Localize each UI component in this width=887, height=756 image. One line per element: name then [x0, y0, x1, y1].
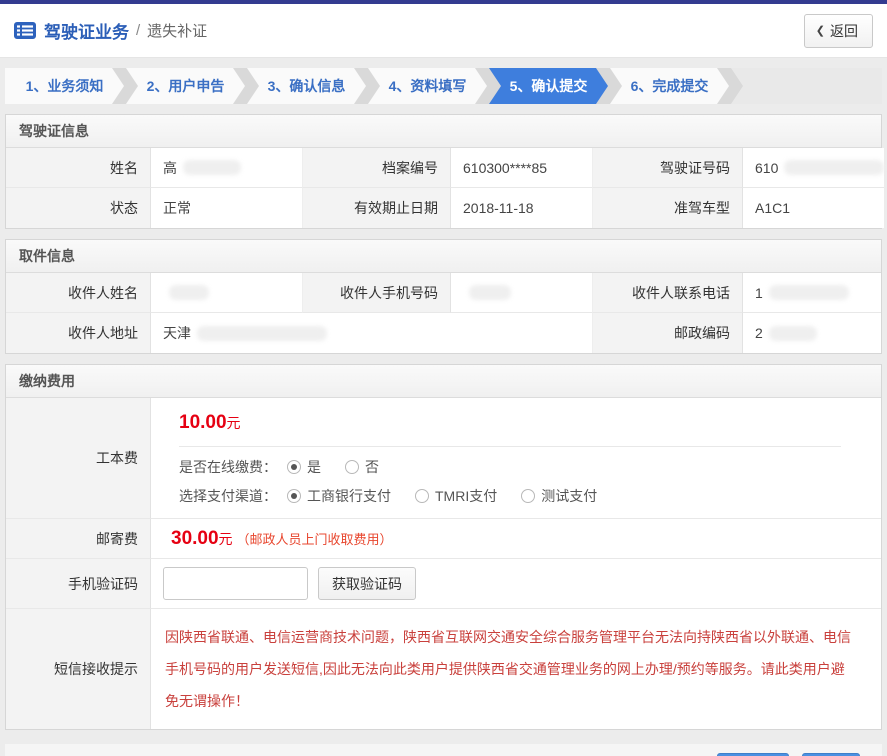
status-label: 状态 — [6, 188, 151, 228]
radio-test-icon[interactable] — [521, 489, 535, 503]
expiry-date-value: 2018-11-18 — [451, 188, 593, 228]
license-list-icon — [14, 22, 36, 39]
channel-option-icbc[interactable]: 工商银行支付 — [287, 486, 391, 506]
fees-section: 缴纳费用 工本费 10.00元 是否在线缴费： 是 否 — [5, 364, 882, 730]
redacted-text — [469, 285, 511, 300]
pay-channel-question: 选择支付渠道： — [179, 486, 277, 506]
redacted-text — [784, 160, 884, 175]
breadcrumb-current: 遗失补证 — [147, 20, 207, 41]
file-number-value: 610300****85 — [451, 148, 593, 188]
production-fee-unit: 元 — [227, 415, 241, 431]
redacted-text — [769, 285, 849, 300]
production-fee-label: 工本费 — [6, 398, 151, 519]
postage-fee-cell: 30.00元 （邮政人员上门收取费用） — [151, 519, 881, 559]
radio-yes-icon[interactable] — [287, 460, 301, 474]
page-title: 驾驶证业务 — [44, 18, 129, 43]
postage-fee-label: 邮寄费 — [6, 519, 151, 559]
finish-button[interactable]: 完成 — [802, 753, 860, 756]
recipient-phone-label: 收件人联系电话 — [593, 273, 743, 313]
license-number-value: 610 — [743, 148, 884, 188]
step-2-user-declaration[interactable]: 2、用户申告 — [126, 68, 245, 104]
production-fee-cell: 10.00元 是否在线缴费： 是 否 选择支 — [151, 398, 881, 519]
divider — [179, 446, 841, 447]
sms-notice-text: 因陕西省联通、电信运营商技术问题，陕西省互联网交通安全综合服务管理平台无法向持陕… — [151, 609, 881, 729]
channel-option-tmri[interactable]: TMRI支付 — [415, 486, 497, 506]
redacted-text — [769, 326, 817, 341]
step-bar-filler — [731, 68, 882, 104]
footer-action-bar: 上一步 完成 — [5, 744, 882, 756]
recipient-name-value — [151, 273, 303, 313]
redacted-text — [197, 326, 327, 341]
back-button[interactable]: ❮ 返回 — [804, 14, 873, 48]
postage-fee-note: （邮政人员上门收取费用） — [237, 529, 393, 548]
production-fee-amount: 10.00 — [179, 412, 227, 433]
step-5-confirm-submit[interactable]: 5、确认提交 — [489, 68, 608, 104]
page: 驾驶证业务 / 遗失补证 ❮ 返回 1、业务须知 2、用户申告 3、确认信息 4… — [0, 0, 887, 756]
license-number-label: 驾驶证号码 — [593, 148, 743, 188]
step-1-business-notice[interactable]: 1、业务须知 — [5, 68, 124, 104]
online-pay-option-no[interactable]: 否 — [345, 457, 379, 477]
step-4-fill-data[interactable]: 4、资料填写 — [368, 68, 487, 104]
status-value: 正常 — [151, 188, 303, 228]
radio-tmri-icon[interactable] — [415, 489, 429, 503]
vehicle-class-value: A1C1 — [743, 188, 884, 228]
recipient-mobile-label: 收件人手机号码 — [303, 273, 451, 313]
redacted-text — [169, 285, 209, 300]
postcode-value: 2 — [743, 313, 881, 353]
radio-no-icon[interactable] — [345, 460, 359, 474]
file-number-label: 档案编号 — [303, 148, 451, 188]
redacted-text — [183, 160, 241, 175]
header: 驾驶证业务 / 遗失补证 ❮ 返回 — [0, 4, 887, 58]
recipient-mobile-value — [451, 273, 593, 313]
expiry-date-label: 有效期止日期 — [303, 188, 451, 228]
online-pay-question: 是否在线缴费： — [179, 457, 277, 477]
chevron-left-icon: ❮ — [816, 24, 825, 37]
get-code-button[interactable]: 获取验证码 — [318, 567, 416, 600]
vehicle-class-label: 准驾车型 — [593, 188, 743, 228]
online-pay-option-yes[interactable]: 是 — [287, 457, 321, 477]
channel-option-test[interactable]: 测试支付 — [521, 486, 597, 506]
step-wizard: 1、业务须知 2、用户申告 3、确认信息 4、资料填写 5、确认提交 6、完成提… — [5, 68, 882, 104]
step-6-complete-submit[interactable]: 6、完成提交 — [610, 68, 729, 104]
sms-code-input[interactable] — [163, 567, 308, 600]
back-button-label: 返回 — [830, 21, 858, 41]
pickup-info-section: 取件信息 收件人姓名 收件人手机号码 收件人联系电话 1 收件人地址 天津 邮政… — [5, 239, 882, 354]
recipient-phone-value: 1 — [743, 273, 881, 313]
fees-section-title: 缴纳费用 — [6, 365, 881, 398]
previous-step-button[interactable]: 上一步 — [717, 753, 789, 756]
breadcrumb-separator: / — [136, 22, 140, 39]
postage-fee-unit: 元 — [219, 529, 233, 549]
sms-code-cell: 获取验证码 — [151, 559, 881, 609]
sms-code-label: 手机验证码 — [6, 559, 151, 609]
recipient-address-label: 收件人地址 — [6, 313, 151, 353]
recipient-name-label: 收件人姓名 — [6, 273, 151, 313]
name-value: 高 — [151, 148, 303, 188]
sms-notice-label: 短信接收提示 — [6, 609, 151, 729]
license-section-title: 驾驶证信息 — [6, 115, 881, 148]
postage-fee-amount: 30.00 — [171, 528, 219, 550]
recipient-address-value: 天津 — [151, 313, 593, 353]
radio-icbc-icon[interactable] — [287, 489, 301, 503]
postcode-label: 邮政编码 — [593, 313, 743, 353]
name-label: 姓名 — [6, 148, 151, 188]
pickup-section-title: 取件信息 — [6, 240, 881, 273]
license-info-section: 驾驶证信息 姓名 高 档案编号 610300****85 驾驶证号码 610 状… — [5, 114, 882, 229]
step-3-confirm-info[interactable]: 3、确认信息 — [247, 68, 366, 104]
